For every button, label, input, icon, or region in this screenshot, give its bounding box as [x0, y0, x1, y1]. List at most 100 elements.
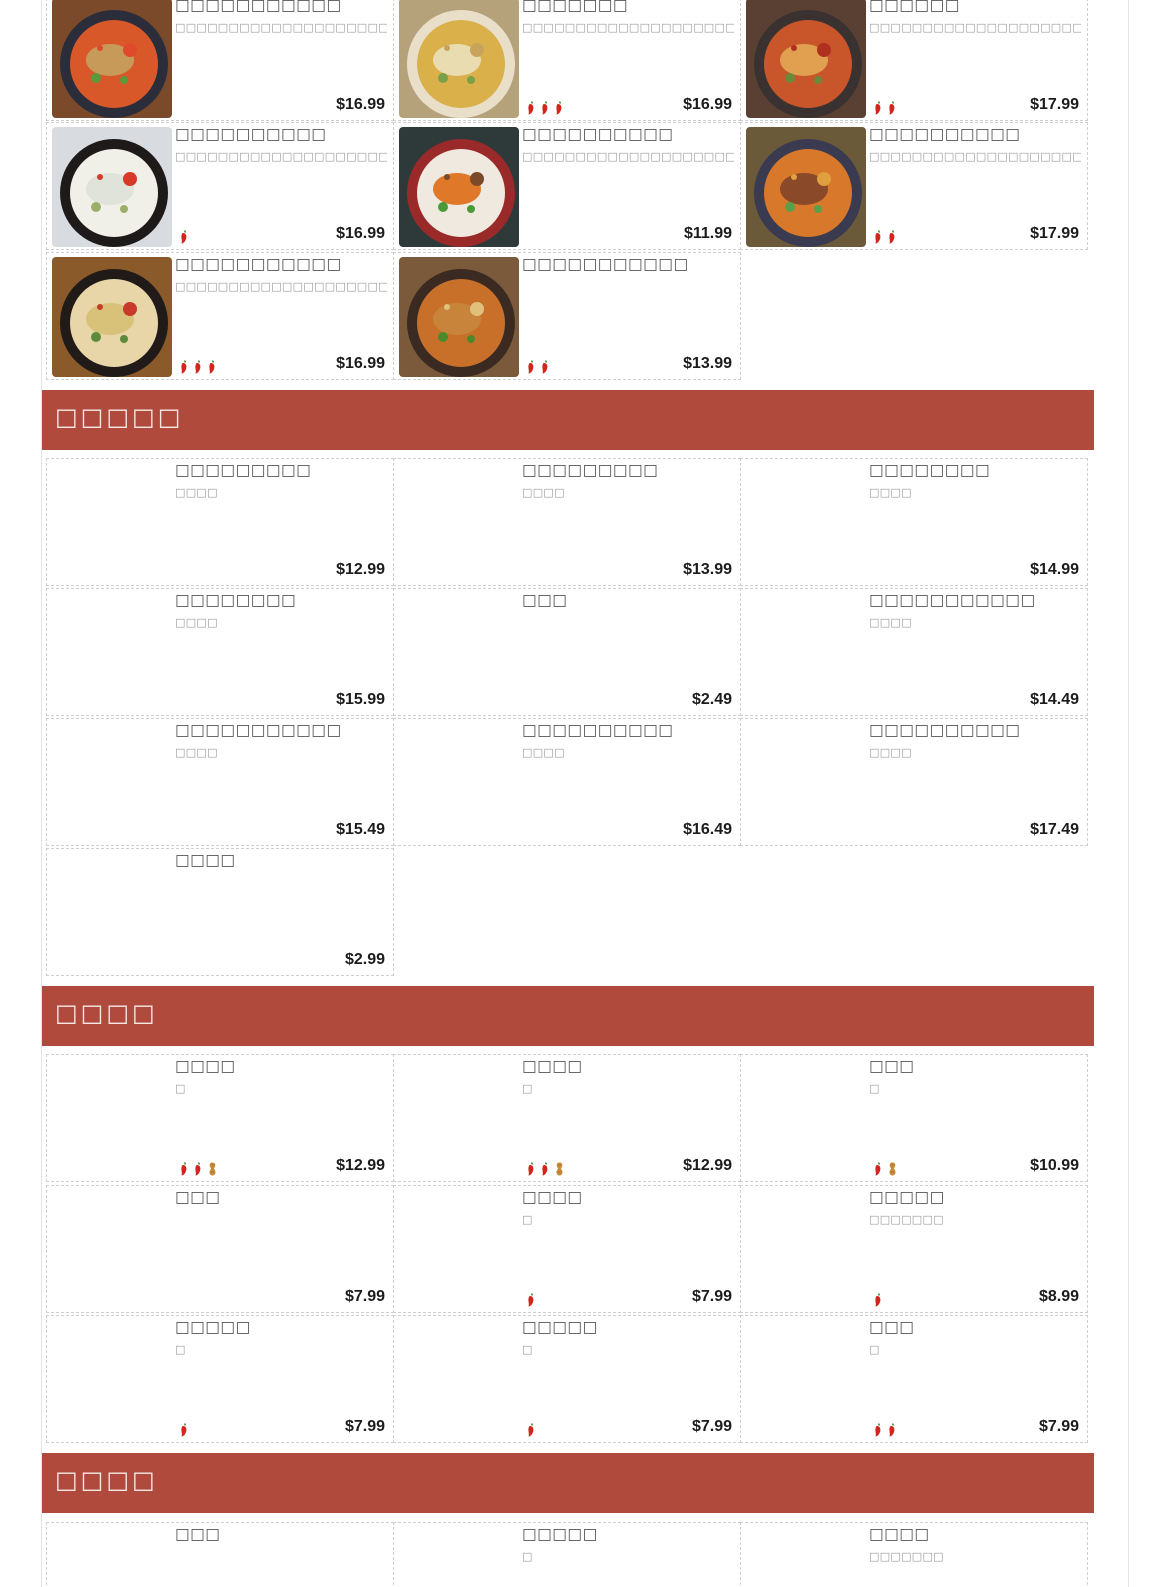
dish-price: $12.99: [336, 1157, 385, 1174]
chili-pepper-icon: [889, 230, 895, 244]
spice-icons: [874, 225, 902, 244]
spice-icons: [527, 96, 569, 115]
menu-item-card[interactable]: □□□□□□□□□□□ □□□□□□□□□□□□□□□□□□□□□□□□□□□□…: [46, 252, 394, 380]
chili-pepper-icon: [181, 230, 187, 244]
menu-item-card[interactable]: □□□□ $2.99: [46, 848, 394, 976]
menu-item-card[interactable]: □□□□ □ $12.99: [46, 1054, 394, 1182]
dish-name: □□□□□□□□: [175, 591, 297, 609]
peanut-icon: [889, 1162, 896, 1176]
dish-description: □□□□: [869, 746, 912, 759]
chili-pepper-icon: [528, 1293, 534, 1307]
dish-name: □□□□□□□□□□: [522, 125, 674, 143]
menu-item-card[interactable]: □□□□ □ $12.99: [393, 1054, 741, 1182]
dish-photo: [52, 257, 172, 377]
spice-icons: [527, 1288, 541, 1307]
menu-item-card[interactable]: □□□□□□□□□□ □□□□□□□□□□□□□□□□□□□□□□□□ $16.…: [46, 122, 394, 250]
dish-price: $2.49: [691, 691, 732, 708]
dish-name: □□□□: [522, 1057, 583, 1075]
dish-description: □□□□□□□: [869, 1550, 944, 1563]
dish-name: □□□: [175, 1525, 221, 1543]
menu-item-card[interactable]: □□□ $2.49: [393, 588, 741, 716]
category-header[interactable]: □□□□: [42, 1453, 1094, 1513]
menu-item-card[interactable]: □□□□□ □: [393, 1522, 741, 1587]
spice-icons: [180, 225, 194, 244]
dish-name: □□□□□□□□□□□: [175, 255, 342, 273]
dish-name: □□□□□□□: [522, 0, 629, 14]
menu-item-card[interactable]: □□□□□□□□□□□ □□□□ $15.49: [46, 718, 394, 846]
chili-pepper-icon: [875, 1293, 881, 1307]
chili-pepper-icon: [556, 101, 562, 115]
menu-item-card[interactable]: □□□□ □□□□□□□: [740, 1522, 1088, 1587]
chili-pepper-icon: [542, 101, 548, 115]
dish-price: $16.49: [683, 821, 732, 838]
dish-price: $17.49: [1030, 821, 1079, 838]
dish-price: $8.99: [1038, 1288, 1079, 1305]
menu-item-card[interactable]: □□□□□ □□□□□□□ $8.99: [740, 1185, 1088, 1313]
chili-pepper-icon: [528, 101, 534, 115]
dish-price: $13.99: [683, 355, 732, 372]
dish-price: $7.99: [344, 1288, 385, 1305]
chili-pepper-icon: [181, 1423, 187, 1437]
dish-name: □□□□□□□□□□: [522, 721, 674, 739]
menu-item-card[interactable]: □□□□□□□□□□□ □□□□□□□□□□□□□□□□□□□□□□□□□□□□…: [46, 0, 394, 121]
dish-name: □□□□□□□□: [869, 461, 991, 479]
menu-item-card[interactable]: □□□□□□□□□□□ $13.99: [393, 252, 741, 380]
menu-item-card[interactable]: □□□□□□□□□ □□□□ $13.99: [393, 458, 741, 586]
dish-name: □□□□: [175, 1057, 236, 1075]
dish-description: □□□□: [869, 616, 912, 629]
dish-name: □□□□□□□□□□: [869, 125, 1021, 143]
spice-icons: [874, 96, 902, 115]
dish-name: □□□□□□□□□□: [869, 721, 1021, 739]
dish-description: □: [522, 1550, 533, 1563]
dish-photo: [399, 257, 519, 377]
category-title: □□□□□: [55, 403, 184, 431]
chili-pepper-icon: [528, 1162, 534, 1176]
category-header[interactable]: □□□□□: [42, 390, 1094, 450]
dish-description: □□□□: [522, 486, 565, 499]
menu-grid-section-4: □□□ □□□□□ □ □□□□ □□□□□□□: [0, 1522, 1150, 1587]
dish-photo: [52, 127, 172, 247]
peanut-icon: [556, 1162, 563, 1176]
menu-item-card[interactable]: □□□□□ □ $7.99: [46, 1315, 394, 1443]
dish-description: □□□□□□□□□□□□□□□□□□□□□□□□□□□□□□□□□: [522, 150, 734, 163]
menu-item-card[interactable]: □□□□ □ $7.99: [393, 1185, 741, 1313]
menu-item-card[interactable]: □□□□□□□□□□ □□□□□□□□□□□□□□□□□□□□□□□□□□□□□…: [393, 122, 741, 250]
menu-item-card[interactable]: □□□ $7.99: [46, 1185, 394, 1313]
dish-price: $10.99: [1030, 1157, 1079, 1174]
menu-item-card[interactable]: □□□□□□□□ □□□□ $14.99: [740, 458, 1088, 586]
chili-pepper-icon: [209, 360, 215, 374]
menu-grid-section-2: □□□□□□□□□ □□□□ $12.99 □□□□□□□□□ □□□□ $13…: [0, 458, 1150, 978]
dish-description: □□□□: [869, 486, 912, 499]
menu-item-card[interactable]: □□□: [46, 1522, 394, 1587]
dish-price: $7.99: [691, 1288, 732, 1305]
dish-name: □□□: [175, 1188, 221, 1206]
chili-pepper-icon: [542, 1162, 548, 1176]
dish-price: $14.99: [1030, 561, 1079, 578]
menu-item-card[interactable]: □□□□□□□□□□ □□□□ $16.49: [393, 718, 741, 846]
dish-description: □□□□□□□□□□□□□□□□□□□□□□□□□□□□□□□□□: [869, 150, 1081, 163]
menu-item-card[interactable]: □□□ □ $10.99: [740, 1054, 1088, 1182]
menu-item-card[interactable]: □□□□□□□ □□□□□□□□□□□□□□□□□□□□□□□□□□□□□□□□…: [393, 0, 741, 121]
menu-item-card[interactable]: □□□□□□□□□□ □□□□ $17.49: [740, 718, 1088, 846]
menu-item-card[interactable]: □□□□□□□□□□ □□□□□□□□□□□□□□□□□□□□□□□□□□□□□…: [740, 122, 1088, 250]
menu-item-card[interactable]: □□□ □ $7.99: [740, 1315, 1088, 1443]
menu-item-card[interactable]: □□□□□□□□ □□□□ $15.99: [46, 588, 394, 716]
peanut-icon: [209, 1162, 216, 1176]
dish-image: [52, 257, 172, 377]
dish-price: $17.99: [1030, 96, 1079, 113]
spice-icons: [180, 355, 222, 374]
menu-item-card[interactable]: □□□□□ □ $7.99: [393, 1315, 741, 1443]
menu-item-card[interactable]: □□□□□□□□□ □□□□ $12.99: [46, 458, 394, 586]
dish-description: □□□□□□□□□□□□□□□□□□□□□□□□□□□□□□□□□□□: [175, 21, 387, 34]
menu-item-card[interactable]: □□□□□□ □□□□□□□□□□□□□□□□□□□□□□□□□□□□□□□□□…: [740, 0, 1088, 121]
dish-image: [52, 0, 172, 118]
menu-item-card[interactable]: □□□□□□□□□□□ □□□□ $14.49: [740, 588, 1088, 716]
dish-image: [399, 127, 519, 247]
spice-icons: [180, 1157, 223, 1176]
dish-image: [746, 127, 866, 247]
chili-pepper-icon: [181, 360, 187, 374]
dish-description: □: [175, 1082, 186, 1095]
category-header[interactable]: □□□□: [42, 986, 1094, 1046]
dish-name: □□□□□□□□□□□: [522, 255, 689, 273]
dish-price: $15.99: [336, 691, 385, 708]
